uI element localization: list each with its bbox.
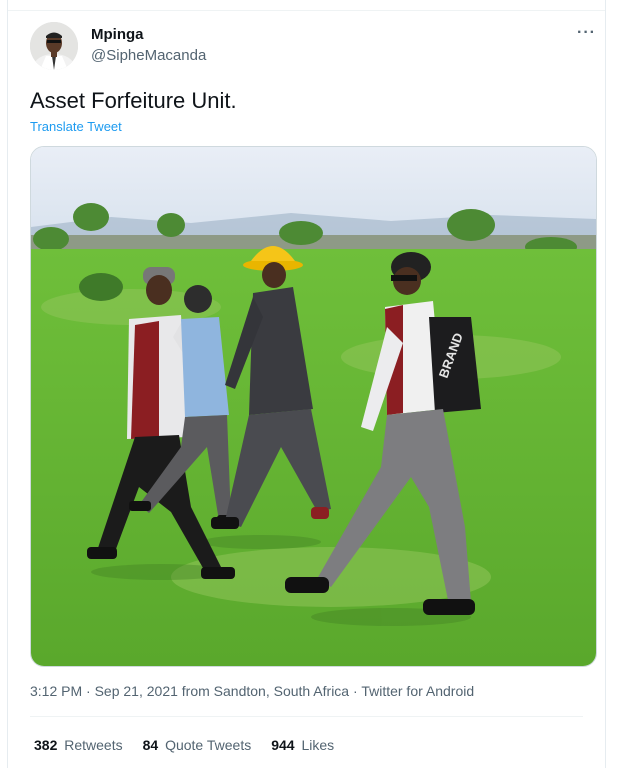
tweet-text: Asset Forfeiture Unit. [30, 88, 237, 113]
author-name[interactable]: Mpinga [91, 26, 144, 43]
top-divider [8, 10, 605, 11]
tweet-client[interactable]: Twitter for Android [361, 683, 474, 699]
quote-tweets-stat[interactable]: 84 Quote Tweets [143, 737, 252, 753]
tweet-location[interactable]: from Sandton, South Africa [182, 683, 349, 699]
meta-separator: · [353, 683, 358, 699]
likes-count: 944 [271, 737, 295, 753]
quote-tweets-count: 84 [142, 737, 159, 753]
likes-stat[interactable]: 944 Likes [271, 737, 334, 753]
retweets-count: 382 [34, 737, 58, 753]
photo-illustration: BRAND [31, 147, 596, 666]
tweet-date[interactable]: Sep 21, 2021 [95, 683, 178, 699]
translate-tweet-link[interactable]: Translate Tweet [30, 119, 122, 134]
engagement-stats: 382 Retweets 84 Quote Tweets 944 Likes [34, 737, 334, 753]
more-options-icon[interactable]: ··· [577, 24, 596, 42]
retweets-label: Retweets [64, 737, 123, 753]
stats-divider [30, 716, 583, 717]
retweets-stat[interactable]: 382 Retweets [34, 737, 123, 753]
tweet-card: Mpinga @SipheMacanda ··· Asset Forfeitur… [7, 0, 606, 768]
likes-label: Likes [301, 737, 335, 753]
meta-separator: · [86, 683, 91, 699]
tweet-time[interactable]: 3:12 PM [30, 683, 82, 699]
author-handle[interactable]: @SipheMacanda [91, 47, 206, 64]
tweet-meta: 3:12 PM · Sep 21, 2021 from Sandton, Sou… [30, 683, 474, 699]
tweet-photo[interactable]: BRAND [30, 146, 597, 667]
avatar[interactable] [30, 22, 78, 70]
quote-tweets-label: Quote Tweets [165, 737, 252, 753]
